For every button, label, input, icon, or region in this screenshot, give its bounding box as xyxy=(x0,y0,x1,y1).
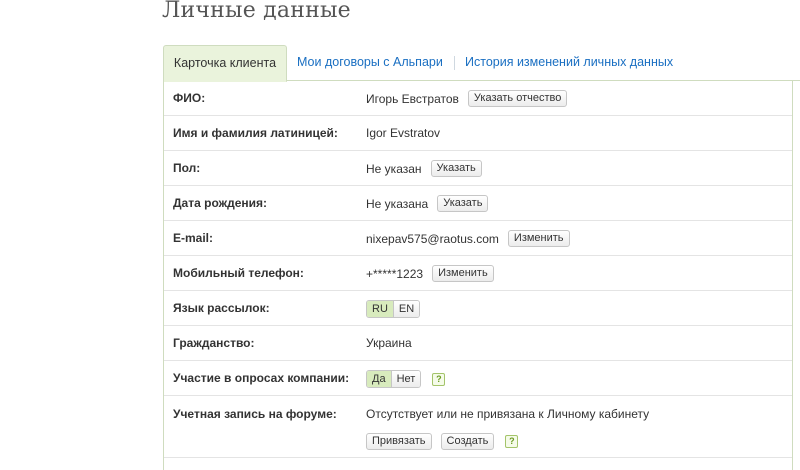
mailing-language-toggle-wrap: RU EN xyxy=(366,300,421,318)
surveys-label: Участие в опросах компании: xyxy=(173,371,350,385)
language-option-en[interactable]: EN xyxy=(392,301,420,317)
email-label: E-mail: xyxy=(173,231,214,245)
citizenship-label: Гражданство: xyxy=(173,336,255,350)
create-forum-button[interactable]: Создать xyxy=(440,433,495,450)
fio-value: Игорь Евстратов xyxy=(366,91,459,106)
surveys-help-icon[interactable]: ? xyxy=(432,372,446,386)
client-card: ФИО: Игорь Евстратов Указать отчество Им… xyxy=(163,80,793,470)
tab-personal-data-history[interactable]: История изменений личных данных xyxy=(465,45,673,79)
tab-client-card[interactable]: Карточка клиента xyxy=(163,45,287,82)
page-title: Личные данные xyxy=(162,0,351,23)
latin-name-label: Имя и фамилия латиницей: xyxy=(173,126,338,140)
mailing-language-label: Язык рассылок: xyxy=(173,301,270,315)
latin-name-value: Igor Evstratov xyxy=(366,126,441,140)
row-mobile-phone: Мобильный телефон: +*****1223 Изменить xyxy=(164,255,792,291)
surveys-option-yes[interactable]: Да xyxy=(367,371,391,387)
mobile-phone-value: +*****1223 xyxy=(366,266,424,281)
birth-date-value: Не указана xyxy=(366,196,429,211)
row-birth-date: Дата рождения: Не указана Указать xyxy=(164,185,792,221)
fio-value-wrap: Игорь Евстратов Указать отчество xyxy=(366,90,568,107)
tab-bar: Карточка клиента Мои договоры с Альпари … xyxy=(163,45,800,82)
gender-label: Пол: xyxy=(173,161,201,175)
row-citizenship: Гражданство: Украина xyxy=(164,325,792,361)
surveys-toggle: Да Нет xyxy=(366,370,422,388)
tab-separator xyxy=(454,56,455,70)
language-option-ru[interactable]: RU xyxy=(367,301,393,317)
row-surveys: Участие в опросах компании: Да Нет ? xyxy=(164,360,792,396)
forum-actions: Привязать Создать ? xyxy=(357,433,519,450)
link-forum-button[interactable]: Привязать xyxy=(366,433,432,450)
forum-help-icon[interactable]: ? xyxy=(505,435,519,448)
change-phone-button[interactable]: Изменить xyxy=(432,265,494,282)
mobile-phone-value-wrap: +*****1223 Изменить xyxy=(366,265,494,282)
specify-birth-date-button[interactable]: Указать xyxy=(437,195,489,212)
row-gender: Пол: Не указан Указать xyxy=(164,150,792,186)
email-value-wrap: nixepav575@raotus.com Изменить xyxy=(366,230,570,247)
mobile-phone-label: Мобильный телефон: xyxy=(173,266,304,280)
forum-account-label: Учетная запись на форуме: xyxy=(173,407,337,421)
surveys-option-no[interactable]: Нет xyxy=(390,371,421,387)
gender-value: Не указан xyxy=(366,161,422,176)
surveys-toggle-wrap: Да Нет ? xyxy=(366,370,446,388)
row-mailing-language: Язык рассылок: RU EN xyxy=(164,290,792,326)
email-value: nixepav575@raotus.com xyxy=(366,231,499,246)
specify-gender-button[interactable]: Указать xyxy=(430,160,482,177)
row-latin-name: Имя и фамилия латиницей: Igor Evstratov xyxy=(164,115,792,151)
birth-date-label: Дата рождения: xyxy=(173,196,268,210)
row-fio: ФИО: Игорь Евстратов Указать отчество xyxy=(164,80,792,116)
forum-account-value: Отсутствует или не привязана к Личному к… xyxy=(366,407,650,421)
row-email: E-mail: nixepav575@raotus.com Изменить xyxy=(164,220,792,256)
fio-label: ФИО: xyxy=(173,91,206,105)
specify-patronymic-button[interactable]: Указать отчество xyxy=(467,90,568,107)
birth-date-value-wrap: Не указана Указать xyxy=(366,195,489,212)
row-forum-account: Учетная запись на форуме: Отсутствует ил… xyxy=(164,395,792,458)
citizenship-value: Украина xyxy=(366,336,412,350)
mailing-language-toggle: RU EN xyxy=(366,300,421,318)
gender-value-wrap: Не указан Указать xyxy=(366,160,482,177)
change-email-button[interactable]: Изменить xyxy=(507,230,570,247)
tab-my-contracts[interactable]: Мои договоры с Альпари xyxy=(297,45,443,79)
